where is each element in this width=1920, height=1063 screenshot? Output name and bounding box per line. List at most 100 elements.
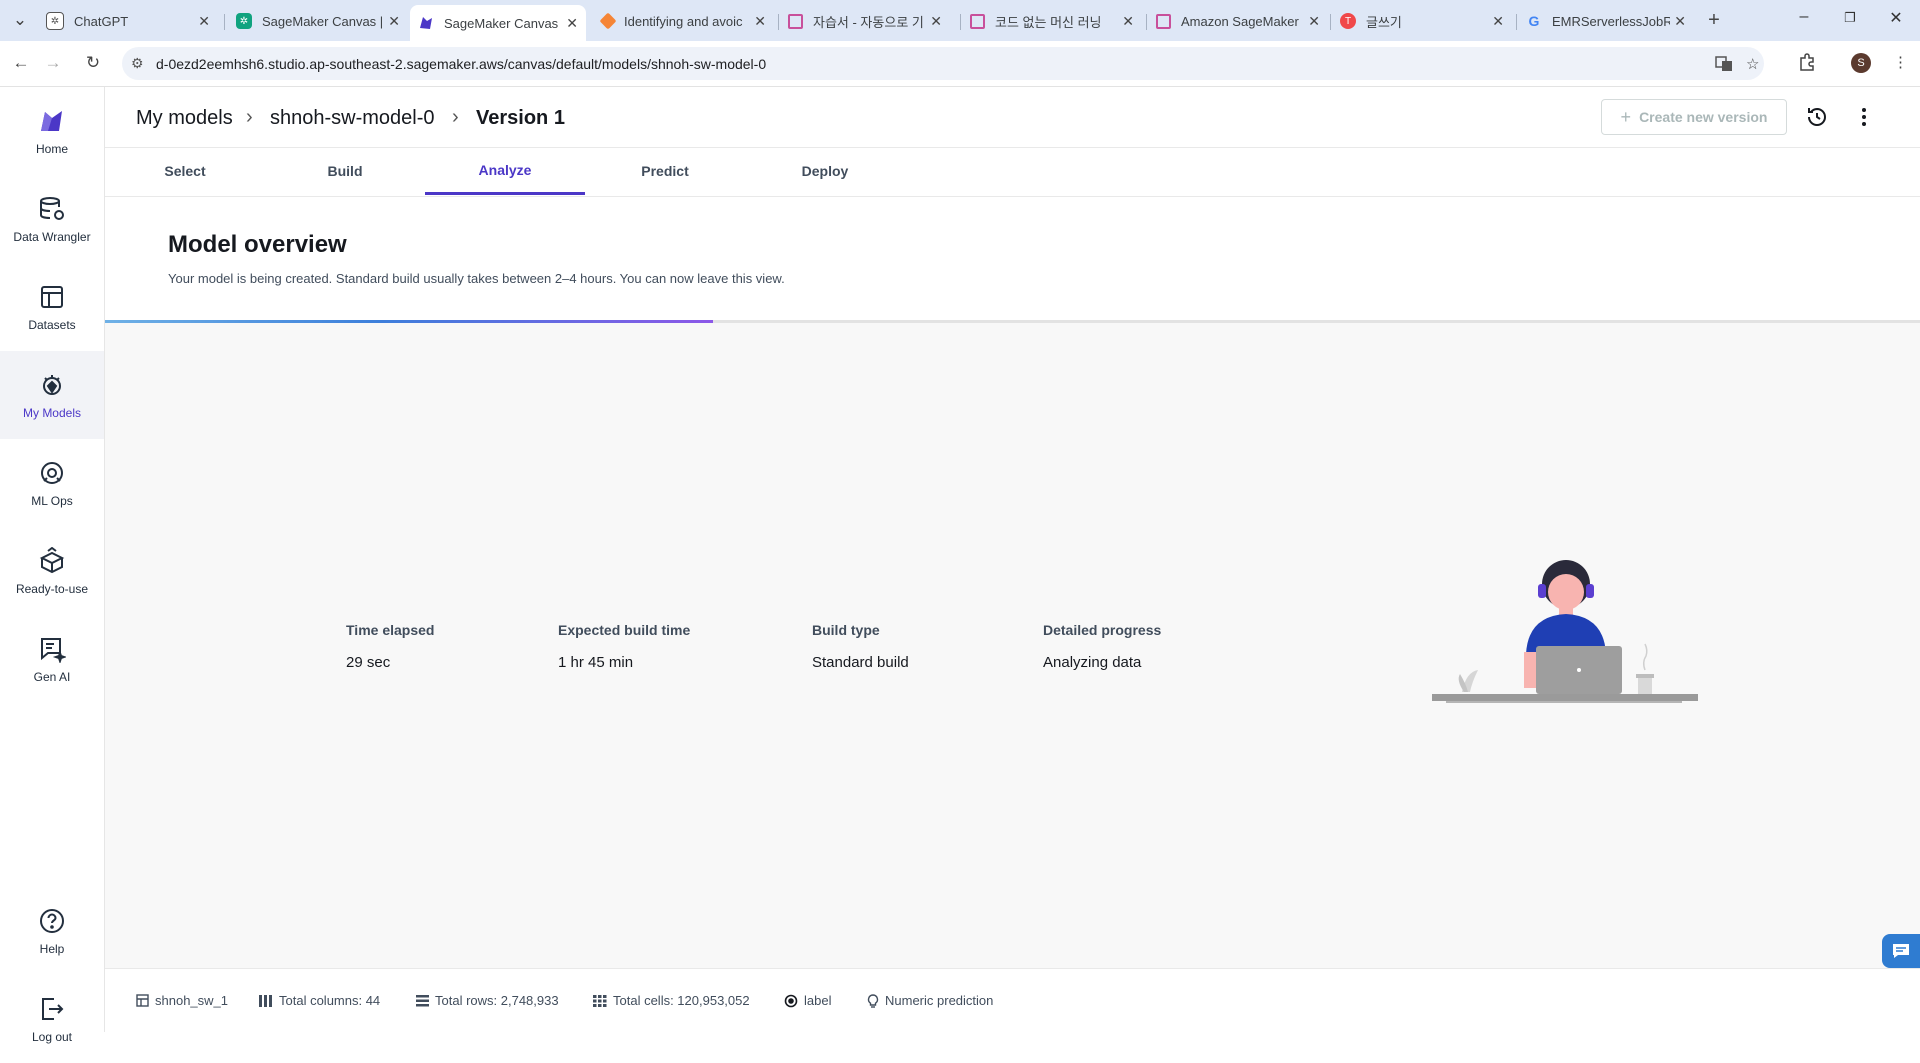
feedback-chat-button[interactable] bbox=[1882, 934, 1920, 968]
table-icon bbox=[136, 994, 149, 1007]
tab-deploy[interactable]: Deploy bbox=[745, 147, 905, 195]
stat-expected-build-time: Expected build time 1 hr 45 min bbox=[558, 622, 691, 671]
bookmark-star-icon[interactable]: ☆ bbox=[1746, 55, 1759, 73]
help-icon bbox=[37, 906, 67, 936]
close-icon[interactable]: ✕ bbox=[198, 13, 210, 30]
history-icon[interactable] bbox=[1805, 105, 1829, 129]
page-title: Model overview bbox=[168, 231, 347, 258]
window-close-icon[interactable]: ✕ bbox=[1876, 8, 1916, 28]
translate-icon[interactable] bbox=[1715, 55, 1733, 77]
genai-icon bbox=[37, 634, 67, 664]
tab-predict[interactable]: Predict bbox=[585, 147, 745, 195]
page-header: My models › shnoh-sw-model-0 › Version 1… bbox=[105, 87, 1920, 148]
chatgpt-icon: ✲ bbox=[236, 13, 252, 29]
browser-tab[interactable]: ✲ SageMaker Canvas | … ✕ bbox=[228, 6, 408, 36]
browser-tab[interactable]: Amazon SageMaker ✕ bbox=[1148, 6, 1328, 36]
close-icon[interactable]: ✕ bbox=[1492, 13, 1504, 30]
build-status-panel: Time elapsed 29 sec Expected build time … bbox=[105, 323, 1920, 968]
canvas-logo-icon bbox=[37, 106, 67, 136]
close-icon[interactable]: ✕ bbox=[388, 13, 400, 30]
forward-icon[interactable]: → bbox=[41, 51, 65, 75]
nav-item-log-out[interactable]: Log out bbox=[0, 975, 104, 1063]
dataset-info-footer: shnoh_sw_1 Total columns: 44 Total rows:… bbox=[105, 968, 1920, 1033]
browser-tab[interactable]: 코드 없는 머신 러닝 ✕ bbox=[962, 6, 1142, 36]
back-icon[interactable]: ← bbox=[9, 51, 33, 75]
create-new-version-button[interactable]: + Create new version bbox=[1601, 99, 1787, 135]
close-icon[interactable]: ✕ bbox=[754, 13, 766, 30]
browser-tab[interactable]: T 글쓰기 ✕ bbox=[1332, 6, 1512, 36]
person-at-laptop-illustration bbox=[1432, 560, 1698, 703]
minimize-icon[interactable]: – bbox=[1784, 8, 1824, 26]
tistory-icon: T bbox=[1340, 13, 1356, 29]
nav-item-data-wrangler[interactable]: Data Wrangler bbox=[0, 175, 104, 263]
stat-detailed-progress: Detailed progress Analyzing data bbox=[1043, 622, 1162, 671]
close-icon[interactable]: ✕ bbox=[930, 13, 942, 30]
address-bar: ← → ↻ ⚙ d-0ezd2eemhsh6.studio.ap-southea… bbox=[0, 41, 1920, 87]
logout-icon bbox=[37, 994, 67, 1024]
nav-item-gen-ai[interactable]: Gen AI bbox=[0, 615, 104, 703]
nav-item-help[interactable]: Help bbox=[0, 887, 104, 975]
mlops-icon bbox=[37, 458, 67, 488]
grid-icon bbox=[593, 994, 607, 1007]
total-columns: Total columns: 44 bbox=[259, 993, 380, 1008]
cube-icon bbox=[970, 13, 985, 29]
chatgpt-icon: ✲ bbox=[46, 12, 64, 30]
browser-menu-icon[interactable]: ⋮ bbox=[1893, 53, 1908, 71]
box-icon bbox=[37, 546, 67, 576]
site-info-icon[interactable]: ⚙ bbox=[131, 55, 144, 72]
tab-analyze[interactable]: Analyze bbox=[425, 147, 585, 195]
close-icon[interactable]: ✕ bbox=[1308, 13, 1320, 30]
columns-icon bbox=[259, 994, 273, 1007]
rows-icon bbox=[416, 994, 429, 1007]
extensions-icon[interactable] bbox=[1798, 53, 1816, 75]
left-nav: Home Data Wrangler Datasets My Models ML… bbox=[0, 87, 105, 1044]
browser-tab[interactable]: ✲ ChatGPT ✕ bbox=[38, 6, 218, 36]
nav-item-home[interactable]: Home bbox=[0, 87, 104, 175]
url-field[interactable]: ⚙ d-0ezd2eemhsh6.studio.ap-southeast-2.s… bbox=[122, 47, 1764, 80]
nav-item-ml-ops[interactable]: ML Ops bbox=[0, 439, 104, 527]
dataset-name: shnoh_sw_1 bbox=[136, 993, 228, 1008]
cube-icon bbox=[788, 13, 803, 29]
close-icon[interactable]: ✕ bbox=[1122, 13, 1134, 30]
target-icon bbox=[784, 994, 798, 1008]
url-text[interactable]: d-0ezd2eemhsh6.studio.ap-southeast-2.sag… bbox=[156, 56, 766, 72]
target-column: label bbox=[784, 993, 831, 1008]
new-tab-icon[interactable]: + bbox=[1702, 8, 1726, 32]
chevron-right-icon: › bbox=[452, 106, 459, 128]
tab-build[interactable]: Build bbox=[265, 147, 425, 195]
browser-tab-active[interactable]: SageMaker Canvas ✕ bbox=[410, 5, 586, 41]
nav-item-ready-to-use[interactable]: Ready-to-use bbox=[0, 527, 104, 615]
tab-select[interactable]: Select bbox=[105, 147, 265, 195]
breadcrumb-my-models[interactable]: My models bbox=[136, 107, 233, 130]
browser-tab[interactable]: Identifying and avoic ✕ bbox=[594, 6, 774, 36]
breadcrumb-version: Version 1 bbox=[476, 107, 565, 129]
close-icon[interactable]: ✕ bbox=[1674, 13, 1686, 30]
more-options-icon[interactable] bbox=[1852, 105, 1876, 129]
google-icon: G bbox=[1528, 13, 1540, 29]
nav-item-datasets[interactable]: Datasets bbox=[0, 263, 104, 351]
canvas-icon bbox=[418, 15, 434, 31]
stat-time-elapsed: Time elapsed 29 sec bbox=[346, 622, 435, 671]
total-rows: Total rows: 2,748,933 bbox=[416, 993, 559, 1008]
browser-tab-bar: ⌄ ✲ ChatGPT ✕ ✲ SageMaker Canvas | … ✕ S… bbox=[0, 0, 1920, 41]
restore-icon[interactable]: ❐ bbox=[1830, 10, 1870, 26]
close-icon[interactable]: ✕ bbox=[566, 15, 578, 32]
tab-search-icon[interactable]: ⌄ bbox=[8, 8, 32, 32]
plus-icon: + bbox=[1620, 106, 1632, 127]
browser-tab[interactable]: 자습서 - 자동으로 기 ✕ bbox=[780, 6, 950, 36]
database-icon bbox=[37, 194, 67, 224]
total-cells: Total cells: 120,953,052 bbox=[593, 993, 750, 1008]
aws-icon bbox=[599, 12, 617, 30]
lightbulb-icon bbox=[867, 993, 879, 1008]
page-subtitle: Your model is being created. Standard bu… bbox=[168, 271, 785, 286]
table-icon bbox=[37, 282, 67, 312]
chevron-right-icon: › bbox=[246, 106, 253, 128]
nav-item-my-models[interactable]: My Models bbox=[0, 351, 104, 439]
stat-build-type: Build type Standard build bbox=[812, 622, 909, 671]
reload-icon[interactable]: ↻ bbox=[81, 51, 105, 75]
model-tabs: Select Build Analyze Predict Deploy bbox=[105, 147, 1920, 197]
profile-avatar[interactable]: S bbox=[1851, 53, 1871, 73]
browser-tab[interactable]: G EMRServerlessJobRu ✕ bbox=[1518, 6, 1694, 36]
problem-type: Numeric prediction bbox=[867, 993, 993, 1008]
breadcrumb-model[interactable]: shnoh-sw-model-0 bbox=[270, 107, 435, 130]
